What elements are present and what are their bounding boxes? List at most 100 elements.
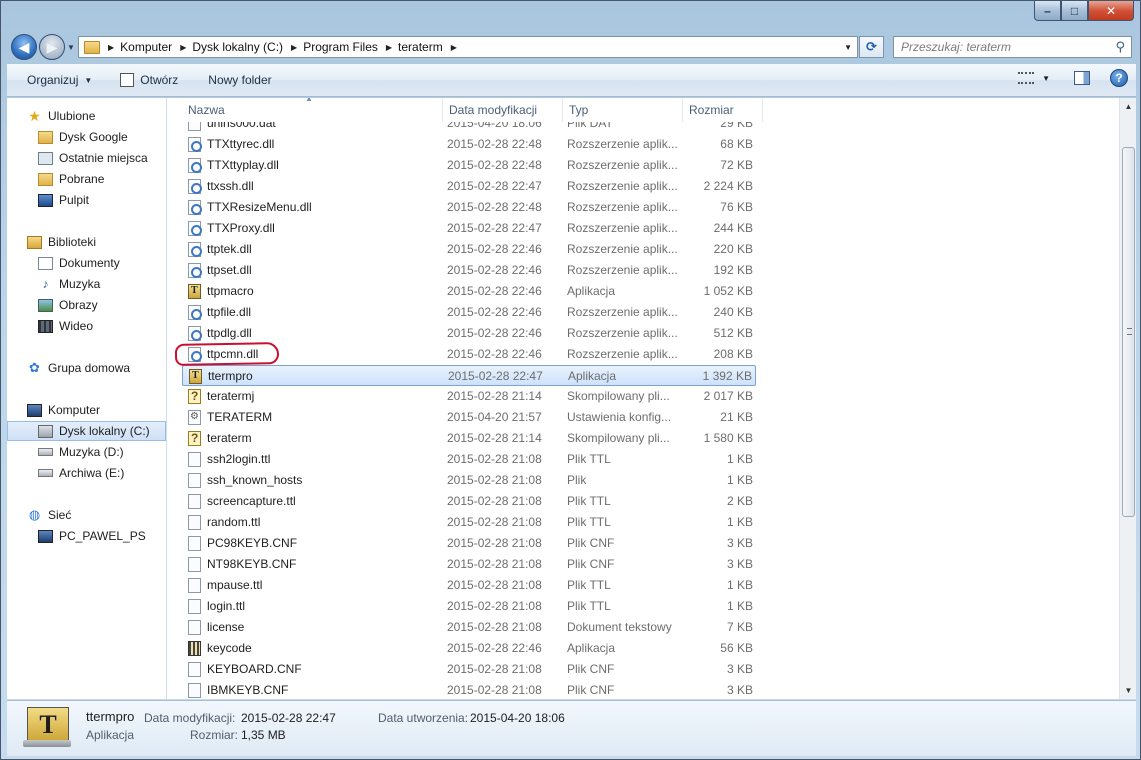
nav-local-disk-c[interactable]: Dysk lokalny (C:) [7,421,166,441]
nav-dysk-google[interactable]: Dysk Google [7,127,166,147]
file-type: Plik CNF [567,662,615,676]
file-row[interactable]: ttpdlg.dll 2015-02-28 22:46 Rozszerzenie a… [182,323,756,344]
folder-icon [84,40,100,54]
file-row[interactable]: TTXttyplay.dll 2015-02-28 22:48 Rozszerzen… [182,155,756,176]
file-row[interactable]: PC98KEYB.CNF 2015-02-28 21:08 Plik CNF 3 KB [182,533,756,554]
file-name: TTXttyrec.dll [207,137,275,151]
file-row[interactable]: KEYBOARD.CNF 2015-02-28 21:08 Plik CNF 3 KB [182,659,756,680]
new-folder-button[interactable]: Nowy folder [202,68,277,92]
chevron-right-icon[interactable]: ▶ [386,43,392,52]
file-dll-icon [188,179,202,194]
minimize-button[interactable]: – [1034,1,1061,21]
chevron-right-icon[interactable]: ▶ [451,43,457,52]
file-row[interactable]: ttpmacro 2015-02-28 22:46 Aplikacja 1 052 K… [182,281,756,302]
file-row[interactable]: random.ttl 2015-02-28 21:08 Plik TTL 1 KB [182,512,756,533]
file-type: Plik TTL [567,578,611,592]
view-dropdown-icon[interactable]: ▼ [1042,74,1050,83]
explorer-window: – □ ✕ ◀ ▶ ▼ ▶ Komputer ▶ Dysk lokalny (C:… [0,0,1141,760]
back-button[interactable]: ◀ [11,34,37,60]
breadcrumb-teraterm[interactable]: teraterm ▶ [398,40,463,54]
preview-pane-icon[interactable] [1074,71,1090,85]
scroll-down-arrow[interactable]: ▼ [1120,682,1137,699]
nav-music-d[interactable]: Muzyka (D:) [7,442,166,462]
search-input[interactable] [901,40,1101,54]
recent-pages-dropdown[interactable]: ▼ [67,43,75,52]
file-row[interactable]: login.ttl 2015-02-28 21:08 Plik TTL 1 KB [182,596,756,617]
chevron-right-icon[interactable]: ▶ [180,43,186,52]
file-date-modified: 2015-02-28 22:47 [448,369,543,383]
file-type: Rozszerzenie aplik... [567,305,677,319]
forward-button[interactable]: ▶ [39,34,65,60]
file-row[interactable]: ttermpro 2015-02-28 22:47 Aplikacja 1 392 K… [182,365,756,386]
computer-icon [38,529,53,543]
column-size[interactable]: Rozmiar [683,98,763,122]
file-type: Plik TTL [567,515,611,529]
nav-downloads[interactable]: Pobrane [7,169,166,189]
scroll-thumb[interactable] [1122,147,1135,517]
scroll-up-arrow[interactable]: ▲ [1120,98,1137,115]
vertical-scrollbar[interactable]: ▲ ▼ [1119,98,1136,699]
help-icon[interactable]: ? [1110,69,1128,87]
refresh-button[interactable]: ⟳ [859,36,884,58]
maximize-button[interactable]: □ [1061,1,1088,21]
nav-music[interactable]: ♪ Muzyka [7,274,166,294]
file-row[interactable]: TERATERM 2015-04-20 21:57 Ustawienia konfi… [182,407,756,428]
open-icon [120,73,135,87]
file-row[interactable]: TTXResizeMenu.dll 2015-02-28 22:48 Rozszer… [182,197,756,218]
column-date-modified[interactable]: Data modyfikacji [443,98,563,122]
nav-homegroup[interactable]: ✿ Grupa domowa [7,358,166,378]
file-cmp-icon [188,431,201,446]
nav-libraries[interactable]: Biblioteki [7,232,166,252]
address-dropdown-icon[interactable]: ▼ [844,43,852,52]
file-row[interactable]: NT98KEYB.CNF 2015-02-28 21:08 Plik CNF 3 KB [182,554,756,575]
change-view-icon[interactable] [1018,72,1035,84]
file-row[interactable]: ssh_known_hosts 2015-02-28 21:08 Plik 1 KB [182,470,756,491]
nav-favorites[interactable]: ★ Ulubione [7,106,166,126]
file-size: 2 224 KB [703,179,753,193]
nav-computer[interactable]: Komputer [7,400,166,420]
chevron-right-icon[interactable]: ▶ [291,43,297,52]
address-bar[interactable]: ▶ Komputer ▶ Dysk lokalny (C:) ▶ Program F… [78,36,858,58]
column-type[interactable]: Typ [563,98,683,122]
nav-pc-pawel-ps[interactable]: PC_PAWEL_PS [7,526,166,546]
file-row[interactable]: teraterm 2015-02-28 21:14 Skompilowany pli… [182,428,756,449]
file-row[interactable]: teratermj 2015-02-28 21:14 Skompilowany pl… [182,386,756,407]
file-row[interactable]: ttptek.dll 2015-02-28 22:46 Rozszerzenie a… [182,239,756,260]
nav-network[interactable]: ◍ Sieć [7,505,166,525]
file-doc-icon [188,620,201,635]
nav-videos[interactable]: Wideo [7,316,166,336]
open-button[interactable]: Otwórz [114,68,184,92]
nav-documents[interactable]: Dokumenty [7,253,166,273]
file-row[interactable]: ttpset.dll 2015-02-28 22:46 Rozszerzenie a… [182,260,756,281]
nav-recent-places[interactable]: Ostatnie miejsca [7,148,166,168]
chevron-right-icon[interactable]: ▶ [108,43,114,52]
search-icon[interactable]: ⚲ [1115,39,1125,55]
search-box[interactable]: ⚲ [893,36,1132,58]
file-name: login.ttl [207,599,246,613]
close-button[interactable]: ✕ [1088,1,1134,21]
file-type: Plik CNF [567,536,615,550]
breadcrumb-drive-c[interactable]: Dysk lokalny (C:) ▶ [192,40,303,54]
nav-pictures[interactable]: Obrazy [7,295,166,315]
file-name: random.ttl [207,515,261,529]
file-row[interactable]: keycode 2015-02-28 22:46 Aplikacja 56 KB [182,638,756,659]
nav-desktop[interactable]: Pulpit [7,190,166,210]
file-row[interactable]: ssh2login.ttl 2015-02-28 21:08 Plik TTL 1 K… [182,449,756,470]
file-dll-icon [188,326,202,341]
file-row[interactable]: TTXttyrec.dll 2015-02-28 22:48 Rozszerzeni… [182,134,756,155]
breadcrumb-computer[interactable]: Komputer ▶ [120,40,192,54]
file-row[interactable]: screencapture.ttl 2015-02-28 21:08 Plik TT… [182,491,756,512]
breadcrumb-program-files[interactable]: Program Files ▶ [303,40,398,54]
nav-archives-e[interactable]: Archiwa (E:) [7,463,166,483]
file-row[interactable]: mpause.ttl 2015-02-28 21:08 Plik TTL 1 KB [182,575,756,596]
file-row[interactable]: license 2015-02-28 21:08 Dokument tekstowy… [182,617,756,638]
file-row[interactable]: TTXProxy.dll 2015-02-28 22:47 Rozszerzenie… [182,218,756,239]
file-row[interactable]: ttpfile.dll 2015-02-28 22:46 Rozszerzenie … [182,302,756,323]
file-row[interactable]: IBMKEYB.CNF 2015-02-28 21:08 Plik CNF 3 KB [182,680,756,699]
window-controls: – □ ✕ [1034,1,1134,21]
file-doc-icon [188,515,201,530]
new-folder-label: Nowy folder [208,73,272,87]
file-date-modified: 2015-02-28 21:08 [447,536,542,550]
file-row[interactable]: ttxssh.dll 2015-02-28 22:47 Rozszerzenie a… [182,176,756,197]
organize-menu-button[interactable]: Organizuj ▼ [21,68,98,92]
